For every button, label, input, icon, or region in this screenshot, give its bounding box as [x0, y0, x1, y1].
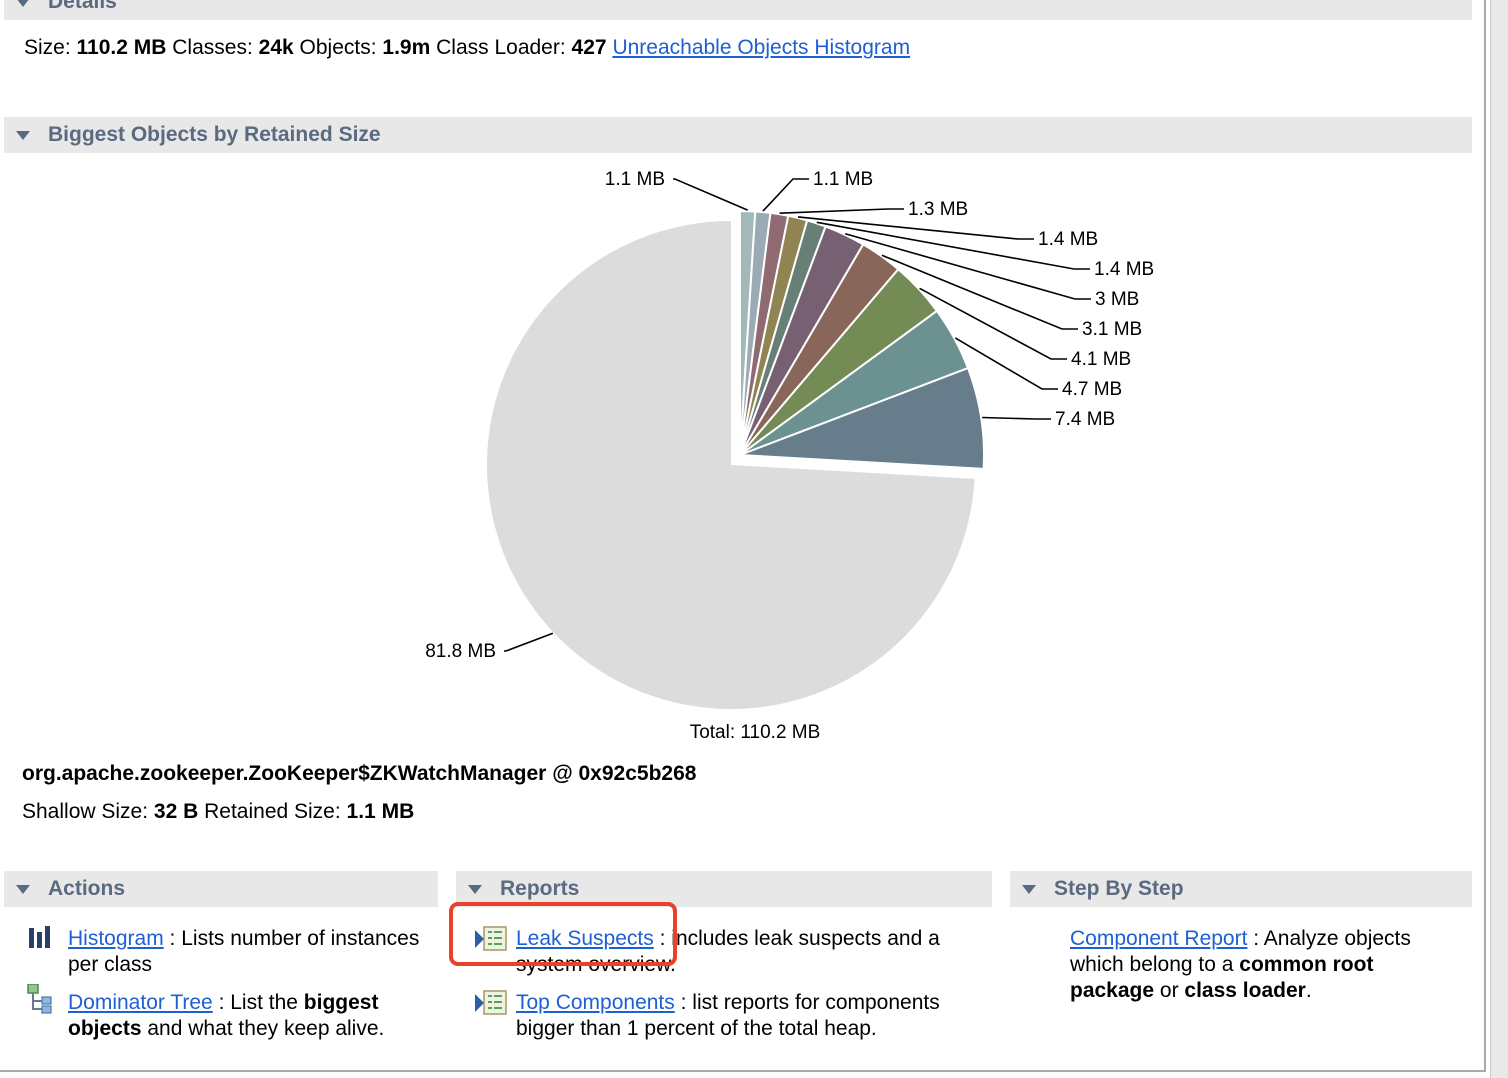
- size-value: 110.2 MB: [76, 36, 167, 59]
- selected-object-sizes: Shallow Size: 32 B Retained Size: 1.1 MB: [22, 800, 414, 824]
- biggest-objects-header-label: Biggest Objects by Retained Size: [48, 123, 381, 146]
- actions-header[interactable]: Actions: [4, 871, 438, 907]
- top-components-link[interactable]: Top Components: [516, 991, 675, 1014]
- details-summary: Size: 110.2 MB Classes: 24k Objects: 1.9…: [24, 36, 910, 60]
- pie-slice-label: 1.3 MB: [908, 199, 968, 220]
- pie-slice-label: 4.1 MB: [1071, 349, 1131, 370]
- retained-size-label: Retained Size:: [204, 800, 341, 823]
- step-by-step-header-label: Step By Step: [1054, 877, 1184, 900]
- size-label: Size:: [24, 36, 71, 59]
- report-icon: [475, 990, 507, 1015]
- histogram-icon: [29, 926, 50, 948]
- pie-slice-label: 3.1 MB: [1082, 319, 1142, 340]
- dominator-tree-link[interactable]: Dominator Tree: [68, 991, 213, 1014]
- pie-slice-label: 1.1 MB: [813, 169, 873, 190]
- retained-size-pie-chart: 1.1 MB 1.1 MB 1.3 MB 1.4 MB 1.4 MB 3 MB 3.1 MB…: [0, 160, 1480, 760]
- biggest-objects-header[interactable]: Biggest Objects by Retained Size: [4, 117, 1472, 153]
- actions-panel: Histogram : Lists number of instances pe…: [26, 926, 426, 1054]
- step-by-step-header[interactable]: Step By Step: [1010, 871, 1472, 907]
- action-histogram: Histogram : Lists number of instances pe…: [26, 926, 426, 978]
- shallow-size-label: Shallow Size:: [22, 800, 149, 823]
- component-report-description-part: .: [1305, 979, 1312, 1002]
- pie-slice-label: 1.4 MB: [1038, 229, 1098, 250]
- pie-slice-label: 3 MB: [1095, 289, 1139, 310]
- pie-leader-line: [779, 208, 904, 215]
- component-report-bold: class loader: [1184, 979, 1306, 1002]
- pie-leader-line: [982, 416, 1051, 420]
- action-dominator-tree: Dominator Tree : List the biggest object…: [26, 984, 426, 1042]
- pie-leader-line: [762, 178, 809, 212]
- histogram-link[interactable]: Histogram: [68, 927, 164, 950]
- pie-slice-label: 81.8 MB: [425, 641, 496, 662]
- actions-header-label: Actions: [48, 877, 126, 900]
- details-header[interactable]: Details: [4, 0, 1472, 20]
- separator: :: [212, 991, 231, 1014]
- objects-label: Objects:: [299, 36, 377, 59]
- collapse-triangle-icon[interactable]: [16, 884, 30, 894]
- classes-label: Classes:: [172, 36, 253, 59]
- step-by-step-panel: Component Report : Analyze objects which…: [1070, 926, 1460, 1004]
- selected-object-title: org.apache.zookeeper.ZooKeeper$ZKWatchMa…: [22, 762, 697, 785]
- classloader-label: Class Loader:: [436, 36, 566, 59]
- retained-size-value: 1.1 MB: [346, 800, 415, 823]
- unreachable-objects-histogram-link[interactable]: Unreachable Objects Histogram: [612, 36, 910, 59]
- pie-leader-line: [504, 632, 554, 652]
- dominator-tree-icon: [27, 984, 52, 1014]
- separator: :: [674, 991, 693, 1014]
- separator: :: [1247, 927, 1264, 950]
- step-component-report: Component Report : Analyze objects which…: [1070, 926, 1460, 1004]
- pie-slice-label: 1.4 MB: [1094, 259, 1154, 280]
- component-report-link[interactable]: Component Report: [1070, 927, 1247, 950]
- collapse-triangle-icon[interactable]: [468, 884, 482, 894]
- vertical-scrollbar[interactable]: [1490, 0, 1508, 1078]
- separator: :: [163, 927, 182, 950]
- details-header-label: Details: [48, 0, 117, 13]
- pie-leader-line: [673, 178, 748, 211]
- collapse-triangle-icon[interactable]: [1022, 884, 1036, 894]
- objects-value: 1.9m: [382, 36, 431, 59]
- pie-total-label: Total: 110.2 MB: [690, 722, 821, 743]
- reports-header-label: Reports: [500, 877, 580, 900]
- shallow-size-value: 32 B: [153, 800, 199, 823]
- pie-slice-label: 4.7 MB: [1062, 379, 1122, 400]
- collapse-triangle-icon[interactable]: [16, 130, 30, 140]
- collapse-triangle-icon[interactable]: [16, 0, 30, 7]
- leak-suspects-highlight-box: [449, 902, 677, 966]
- classes-value: 24k: [258, 36, 294, 59]
- dominator-description-part: and what they keep alive.: [141, 1017, 385, 1040]
- pie-slice-label: 7.4 MB: [1055, 409, 1115, 430]
- dominator-description-part: List the: [230, 991, 304, 1014]
- report-top-components: Top Components : list reports for compon…: [474, 990, 964, 1042]
- component-report-description-part: or: [1154, 979, 1185, 1002]
- classloader-value: 427: [571, 36, 607, 59]
- pie-svg: 1.1 MB 1.1 MB 1.3 MB 1.4 MB 1.4 MB 3 MB 3.1 MB…: [425, 169, 1154, 743]
- pie-slice-label: 1.1 MB: [605, 169, 665, 190]
